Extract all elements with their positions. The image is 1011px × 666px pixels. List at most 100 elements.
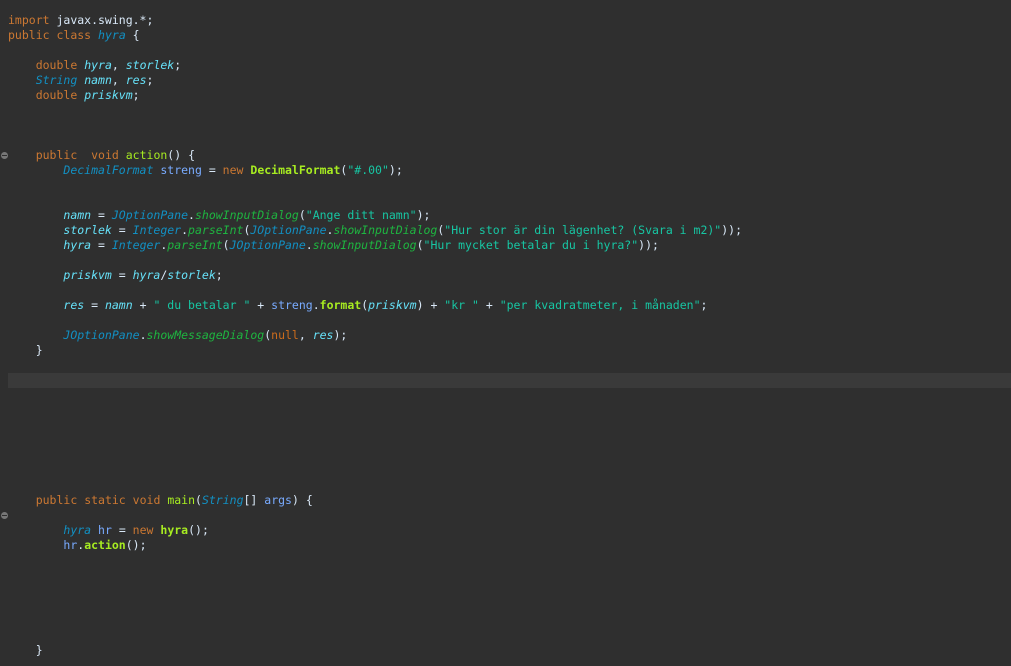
code-token: main — [167, 493, 196, 507]
code-line[interactable] — [8, 433, 1011, 448]
code-token: storlek — [63, 223, 112, 237]
code-token: = — [201, 163, 223, 177]
code-line[interactable]: hr.action(); — [8, 538, 1011, 553]
code-line[interactable] — [8, 133, 1011, 148]
code-line[interactable]: res = namn + " du betalar " + streng.for… — [8, 298, 1011, 313]
code-token: ; — [146, 73, 154, 87]
code-line[interactable] — [8, 253, 1011, 268]
code-token: ; — [215, 268, 223, 282]
code-token: namn — [104, 298, 133, 312]
code-line[interactable]: JOptionPane.showMessageDialog(null, res)… — [8, 328, 1011, 343]
code-line[interactable]: } — [8, 343, 1011, 358]
code-token: ); — [333, 328, 348, 342]
code-line[interactable] — [8, 43, 1011, 58]
code-line[interactable] — [8, 478, 1011, 493]
code-line[interactable] — [1, 508, 1011, 523]
code-token: (); — [188, 523, 209, 537]
code-token: ) + — [416, 298, 445, 312]
code-token: ( — [298, 208, 306, 222]
code-token: DecimalFormat — [250, 163, 341, 177]
code-line[interactable] — [8, 568, 1011, 583]
code-line[interactable] — [8, 313, 1011, 328]
code-token: JOptionPane — [229, 238, 306, 252]
code-line[interactable] — [8, 448, 1011, 463]
code-line[interactable] — [8, 613, 1011, 628]
code-token: } — [8, 643, 43, 657]
code-token: streng — [160, 163, 202, 177]
code-token: showInputDialog — [312, 238, 417, 252]
current-line[interactable] — [8, 373, 1011, 388]
code-editor[interactable]: import javax.swing.*; public class hyra {… — [0, 0, 1011, 666]
code-token: ; — [132, 88, 140, 102]
code-token: public — [35, 493, 78, 507]
code-line[interactable]: public static void main(String[] args) { — [8, 493, 1011, 508]
code-line[interactable]: public class hyra { — [8, 28, 1011, 43]
code-line[interactable]: hyra hr = new hyra(); — [8, 523, 1011, 538]
code-line[interactable] — [8, 283, 1011, 298]
code-token: namn — [84, 73, 112, 87]
code-line[interactable] — [8, 358, 1011, 373]
code-line[interactable]: public void action() { — [1, 148, 1011, 163]
code-line[interactable]: double hyra, storlek; — [8, 58, 1011, 73]
code-line[interactable] — [8, 193, 1011, 208]
code-token: class — [56, 28, 92, 42]
editor-gutter[interactable] — [0, 0, 8, 666]
code-token: . — [181, 223, 189, 237]
code-line[interactable]: import javax.swing.*; — [8, 13, 1011, 28]
code-token: . — [188, 208, 195, 222]
code-token: String — [201, 493, 244, 507]
code-token: ( — [416, 238, 424, 252]
code-line[interactable] — [8, 418, 1011, 433]
code-line[interactable]: namn = JOptionPane.showInputDialog("Ange… — [8, 208, 1011, 223]
code-token: + — [250, 298, 272, 312]
code-line[interactable]: hyra = Integer.parseInt(JOptionPane.show… — [8, 238, 1011, 253]
code-token: . — [312, 298, 320, 312]
code-token: priskvm — [368, 298, 417, 312]
code-line[interactable]: priskvm = hyra/storlek; — [8, 268, 1011, 283]
code-line[interactable] — [8, 463, 1011, 478]
code-line[interactable] — [8, 403, 1011, 418]
code-token: ( — [195, 493, 202, 507]
code-line[interactable]: storlek = Integer.parseInt(JOptionPane.s… — [8, 223, 1011, 238]
code-token: ( — [222, 238, 230, 252]
code-token: hyra — [160, 523, 189, 537]
code-token: action — [84, 538, 126, 552]
fold-collapse-icon[interactable] — [1, 152, 8, 159]
code-line[interactable] — [8, 388, 1011, 403]
code-line[interactable] — [8, 178, 1011, 193]
code-line[interactable]: DecimalFormat streng = new DecimalFormat… — [8, 163, 1011, 178]
code-token: static — [84, 493, 126, 507]
code-token: priskvm — [84, 88, 133, 102]
code-token: ); — [388, 163, 403, 177]
code-token: } — [8, 343, 43, 357]
fold-collapse-icon[interactable] — [1, 512, 8, 519]
code-area[interactable]: import javax.swing.*; public class hyra {… — [1, 13, 1011, 658]
code-token: "#.00" — [347, 163, 389, 177]
code-token: )); — [638, 238, 659, 252]
code-line[interactable]: } — [8, 643, 1011, 658]
code-line[interactable] — [8, 103, 1011, 118]
code-token: res — [125, 73, 147, 87]
code-line[interactable] — [8, 118, 1011, 133]
code-line[interactable] — [8, 598, 1011, 613]
code-token: hyra — [98, 28, 126, 42]
code-token: , — [111, 73, 126, 87]
code-token: String — [35, 73, 78, 87]
code-token: storlek — [167, 268, 216, 282]
code-line[interactable] — [8, 583, 1011, 598]
code-line[interactable] — [8, 553, 1011, 568]
code-token: import — [8, 13, 50, 27]
code-line[interactable] — [8, 628, 1011, 643]
code-token: "kr " — [444, 298, 479, 312]
code-token: ; — [700, 298, 708, 312]
code-line[interactable]: String namn, res; — [8, 73, 1011, 88]
code-line[interactable]: double priskvm; — [8, 88, 1011, 103]
code-token: res — [312, 328, 334, 342]
code-token: . — [305, 238, 313, 252]
code-token: , — [111, 58, 126, 72]
